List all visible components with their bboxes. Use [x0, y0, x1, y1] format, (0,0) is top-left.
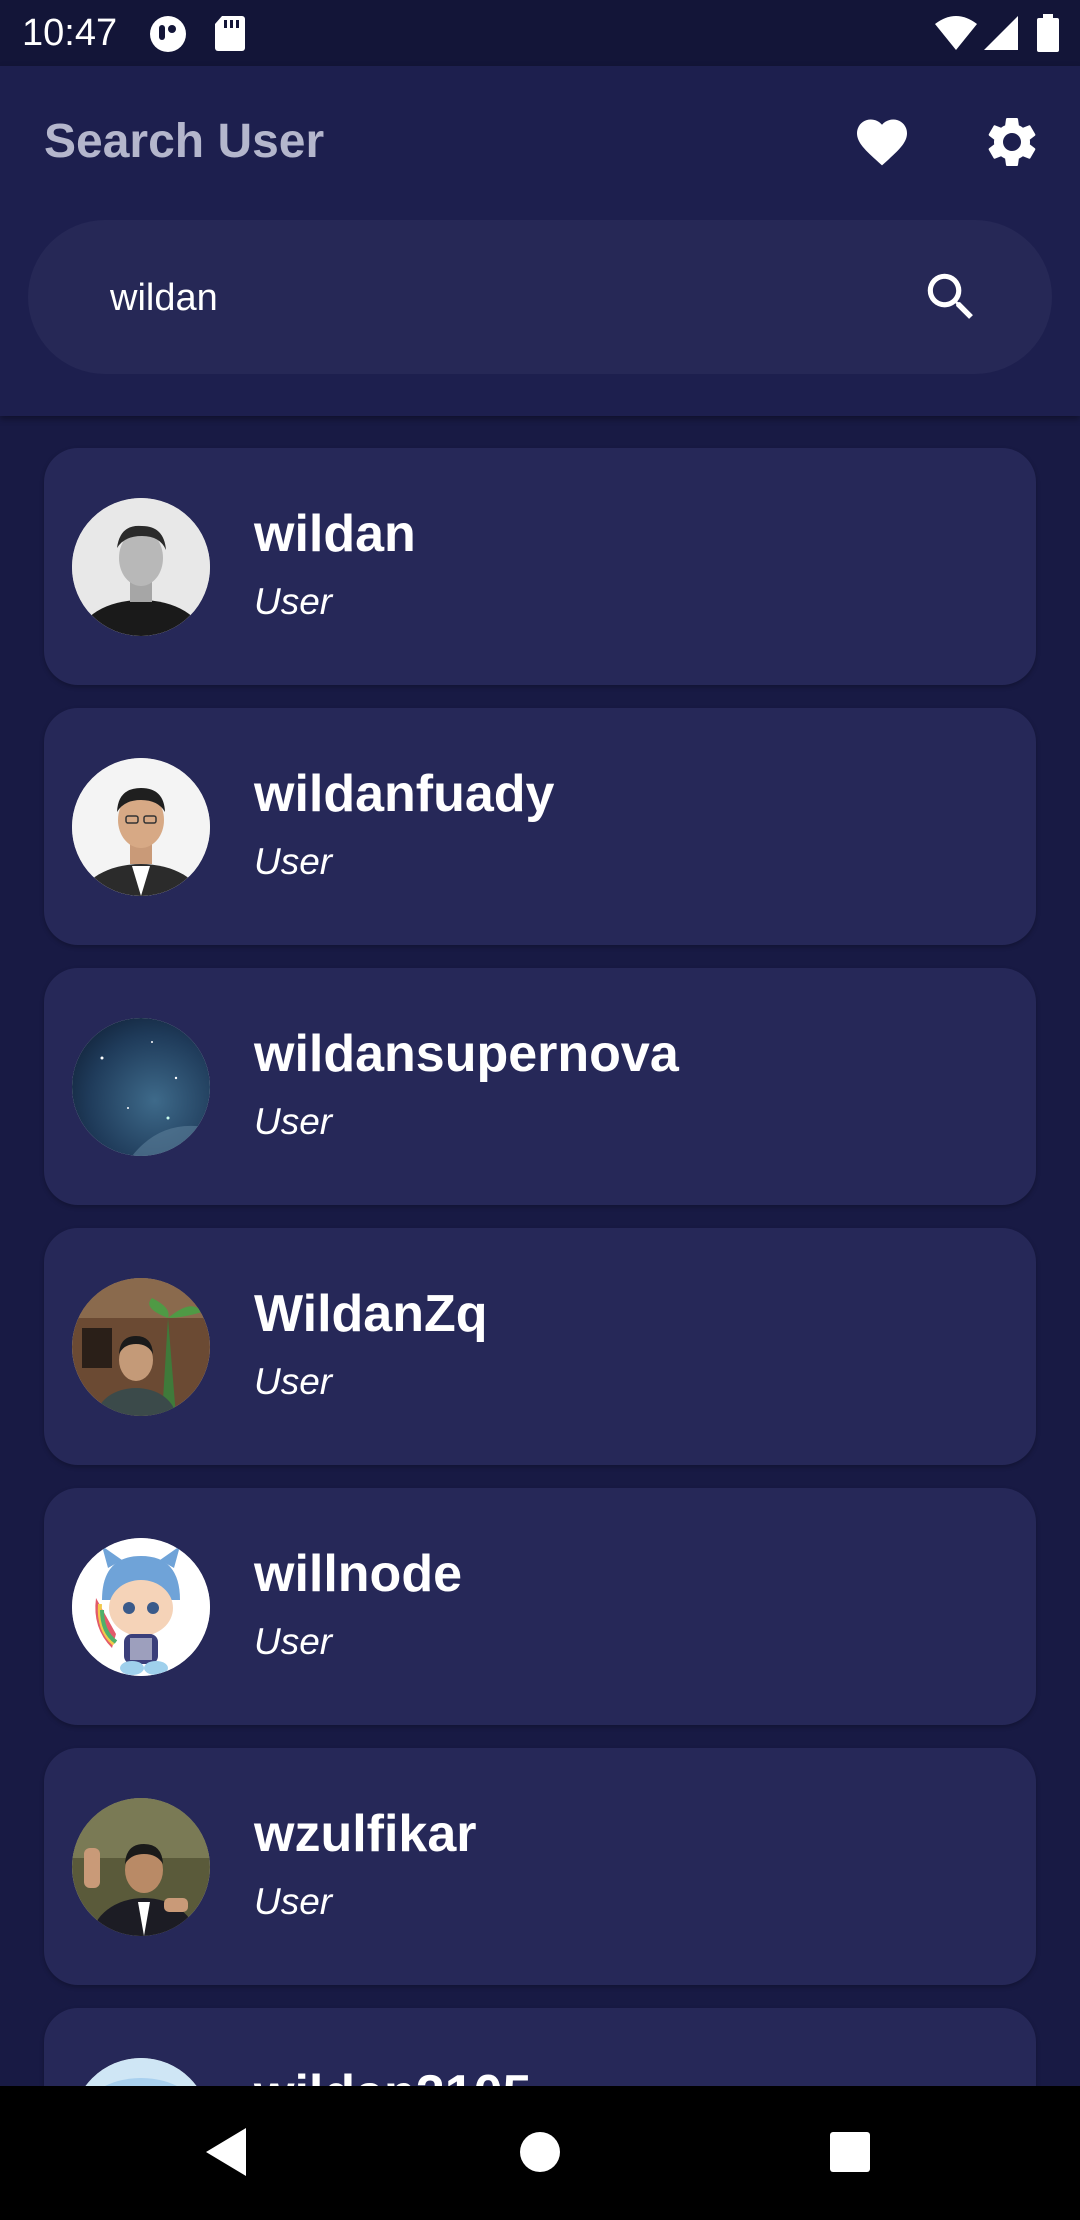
search-box: [28, 220, 1052, 374]
user-type: User: [254, 1101, 333, 1142]
user-type: User: [254, 1881, 333, 1922]
user-list-item[interactable]: wzulfikar User: [44, 1748, 1036, 1985]
user-list-item[interactable]: wildan2105 User: [44, 2008, 1036, 2086]
heart-icon: [852, 119, 912, 176]
search-input[interactable]: [110, 268, 890, 328]
user-name: willnode: [254, 1545, 462, 1603]
search-icon: [920, 273, 982, 332]
avatar: [72, 2058, 210, 2086]
favorites-button[interactable]: [852, 112, 912, 177]
user-name: WildanZq: [254, 1285, 488, 1343]
user-type: User: [254, 1361, 333, 1402]
status-bar: 10:47: [0, 0, 1080, 66]
gear-icon: [982, 117, 1042, 176]
page-title: Search User: [44, 115, 325, 168]
status-time: 10:47: [22, 12, 118, 54]
home-icon: [518, 2132, 562, 2184]
user-type: User: [254, 1621, 333, 1662]
avatar: [72, 1798, 210, 1936]
user-list-item[interactable]: WildanZq User: [44, 1228, 1036, 1465]
back-icon: [202, 2128, 252, 2184]
user-name: wzulfikar: [254, 1805, 477, 1863]
user-name: wildan: [254, 505, 416, 563]
user-list-item[interactable]: wildanfuady User: [44, 708, 1036, 945]
user-name: wildan2105: [254, 2064, 531, 2086]
recents-icon: [828, 2132, 872, 2184]
user-type: User: [254, 841, 333, 882]
recents-button[interactable]: [828, 2124, 872, 2185]
wifi-icon: [934, 14, 978, 57]
notification-app-icon: [148, 14, 188, 59]
app-screen: 10:47 Search User wildan wildan User wil…: [0, 0, 1080, 2220]
user-type: User: [254, 581, 333, 622]
avatar: [72, 1278, 210, 1416]
avatar: [72, 758, 210, 896]
settings-button[interactable]: [982, 112, 1042, 177]
home-button[interactable]: [518, 2124, 562, 2185]
user-list-item[interactable]: wildansupernova User: [44, 968, 1036, 1205]
app-bar: Search User: [0, 66, 1080, 416]
user-name: wildansupernova: [254, 1025, 679, 1083]
avatar: [72, 498, 210, 636]
user-name: wildanfuady: [254, 765, 555, 823]
battery-icon: [1036, 14, 1060, 59]
avatar: [72, 1538, 210, 1676]
search-button[interactable]: [920, 266, 982, 328]
user-list-item[interactable]: willnode User: [44, 1488, 1036, 1725]
back-button[interactable]: [202, 2124, 252, 2185]
sd-card-icon: [214, 14, 246, 57]
user-list-item[interactable]: wildan User: [44, 448, 1036, 685]
avatar: [72, 1018, 210, 1156]
user-list: wildan User wildanfuady User wildansuper…: [0, 416, 1080, 2086]
navigation-bar: [0, 2086, 1080, 2220]
signal-icon: [984, 14, 1020, 57]
